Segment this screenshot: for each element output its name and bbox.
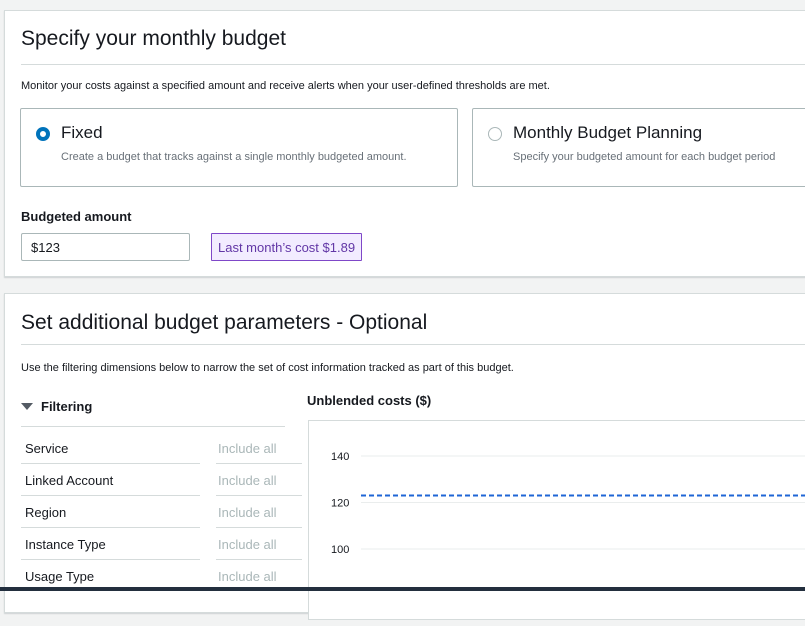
filter-row-linked-account[interactable]: Linked Account Include all <box>21 464 302 496</box>
y-tick-label: 140 <box>331 451 349 463</box>
filter-row-region[interactable]: Region Include all <box>21 496 302 528</box>
filter-name: Linked Account <box>25 473 114 488</box>
filtering-toggle[interactable]: Filtering <box>21 399 92 414</box>
chart-title: Unblended costs ($) <box>307 393 432 408</box>
parameters-panel-title: Set additional budget parameters - Optio… <box>21 311 428 334</box>
monthly-planning-radio[interactable] <box>488 127 502 141</box>
budget-panel-title: Specify your monthly budget <box>21 27 286 50</box>
budget-description: Monitor your costs against a specified a… <box>21 80 550 92</box>
divider <box>21 426 285 427</box>
filter-name: Usage Type <box>25 569 95 584</box>
filter-name: Region <box>25 505 67 520</box>
filter-row-instance-type[interactable]: Instance Type Include all <box>21 528 302 560</box>
bottom-bar <box>0 587 805 591</box>
fixed-radio[interactable] <box>36 127 50 141</box>
cost-chart: 140 120 100 <box>331 451 805 556</box>
option-monthly-planning[interactable]: Monthly Budget Planning Specify your bud… <box>472 108 805 187</box>
filtering-label: Filtering <box>41 399 93 414</box>
parameters-description: Use the filtering dimensions below to na… <box>21 362 514 374</box>
budgeted-amount-label: Budgeted amount <box>21 209 132 224</box>
filter-value[interactable]: Include all <box>218 473 277 488</box>
option-monthly-planning-label: Monthly Budget Planning <box>513 123 703 142</box>
y-tick-label: 100 <box>331 544 349 556</box>
filter-value[interactable]: Include all <box>218 505 277 520</box>
divider <box>21 64 805 65</box>
filter-value[interactable]: Include all <box>218 537 277 552</box>
filter-value[interactable]: Include all <box>218 441 277 456</box>
option-fixed-label: Fixed <box>61 123 103 142</box>
budget-panel: Specify your monthly budget Monitor your… <box>4 10 805 277</box>
filter-row-service[interactable]: Service Include all <box>21 432 302 464</box>
option-monthly-planning-description: Specify your budgeted amount for each bu… <box>513 151 776 163</box>
y-tick-label: 120 <box>331 498 349 510</box>
last-month-cost-badge: Last month’s cost $1.89 <box>211 233 363 261</box>
option-fixed[interactable]: Fixed Create a budget that tracks agains… <box>20 108 458 187</box>
filter-value[interactable]: Include all <box>218 569 277 584</box>
option-fixed-description: Create a budget that tracks against a si… <box>61 151 407 163</box>
parameters-panel: Set additional budget parameters - Optio… <box>4 293 805 620</box>
filter-name: Instance Type <box>25 537 106 552</box>
caret-down-icon <box>21 403 33 410</box>
divider <box>21 344 805 345</box>
budgeted-amount-input[interactable] <box>21 233 190 261</box>
filter-name: Service <box>25 441 69 456</box>
